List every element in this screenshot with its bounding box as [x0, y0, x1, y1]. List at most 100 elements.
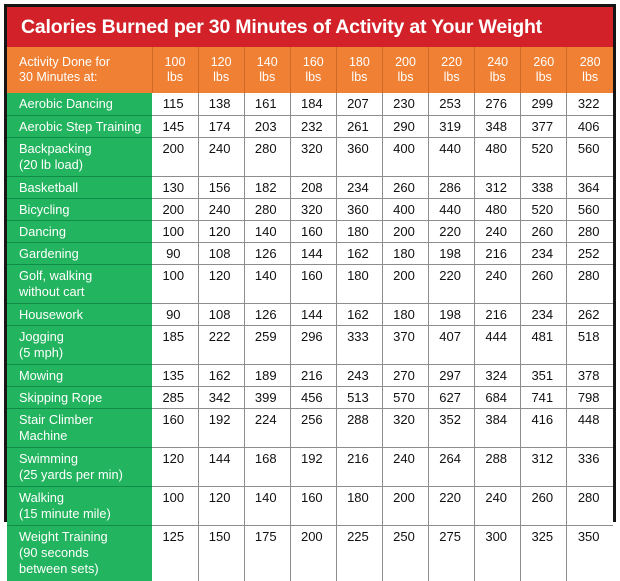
- calorie-value-cell: 240: [382, 446, 430, 486]
- calorie-value-cell: 156: [198, 175, 245, 198]
- calorie-value-cell: 399: [244, 385, 291, 408]
- calorie-value-cell: 234: [520, 302, 568, 325]
- activity-name-cell: Dancing: [7, 219, 152, 242]
- calorie-value-cell: 200: [382, 219, 430, 242]
- calorie-value-cell: 240: [474, 219, 522, 242]
- calorie-value-cell: 160: [152, 407, 199, 447]
- calorie-value-cell: 406: [566, 114, 613, 137]
- calorie-value-cell: 798: [566, 385, 613, 408]
- table-row: Aerobic Dancing 115 138 161 184 207 230 253 276 2…: [7, 93, 613, 115]
- calorie-value-cell: 252: [566, 241, 613, 264]
- activity-name-cell: Swimming (25 yards per min): [7, 446, 152, 486]
- calorie-value-cell: 192: [198, 407, 245, 447]
- calorie-value-cell: 120: [198, 485, 245, 525]
- table-body: Aerobic Dancing 115 138 161 184 207 230 253 276 2…: [7, 93, 613, 581]
- calorie-value-cell: 481: [520, 324, 568, 364]
- calorie-value-cell: 130: [152, 175, 199, 198]
- calorie-value-cell: 203: [244, 114, 291, 137]
- activity-name-cell: Bicycling: [7, 197, 152, 220]
- calorie-value-cell: 216: [336, 446, 383, 486]
- calorie-value-cell: 570: [382, 385, 430, 408]
- calorie-value-cell: 216: [474, 302, 522, 325]
- calorie-value-cell: 126: [244, 302, 291, 325]
- table-row: Housework 90 108 126 144 162 180 198 216 234 262: [7, 302, 613, 325]
- calorie-value-cell: 296: [290, 324, 337, 364]
- calorie-value-cell: 230: [382, 93, 430, 115]
- calorie-value-cell: 348: [474, 114, 522, 137]
- activity-name-cell: Aerobic Step Training: [7, 114, 152, 137]
- calorie-value-cell: 90: [152, 302, 199, 325]
- calorie-value-cell: 480: [474, 136, 522, 176]
- calorie-value-cell: 560: [566, 197, 613, 220]
- calorie-value-cell: 200: [152, 197, 199, 220]
- calorie-value-cell: 351: [520, 363, 568, 386]
- column-header-weight-260: 260 lbs: [520, 47, 568, 93]
- calorie-value-cell: 480: [474, 197, 522, 220]
- table-header: Activity Done for 30 Minutes at: 100 lbs…: [7, 47, 613, 93]
- calorie-value-cell: 299: [520, 93, 568, 115]
- activity-name-cell: Skipping Rope: [7, 385, 152, 408]
- calorie-value-cell: 261: [336, 114, 383, 137]
- calorie-value-cell: 192: [290, 446, 337, 486]
- calorie-value-cell: 220: [428, 485, 476, 525]
- calorie-value-cell: 240: [474, 263, 522, 303]
- calorie-value-cell: 518: [566, 324, 613, 364]
- activity-name-cell: Weight Training (90 seconds between sets…: [7, 524, 152, 581]
- calorie-value-cell: 144: [198, 446, 245, 486]
- calorie-value-cell: 260: [382, 175, 430, 198]
- column-header-weight-280: 280 lbs: [566, 47, 613, 93]
- calorie-value-cell: 216: [474, 241, 522, 264]
- activity-name-cell: Walking (15 minute mile): [7, 485, 152, 525]
- calorie-value-cell: 407: [428, 324, 476, 364]
- calorie-value-cell: 290: [382, 114, 430, 137]
- calorie-value-cell: 100: [152, 485, 199, 525]
- calorie-value-cell: 180: [336, 485, 383, 525]
- calorie-value-cell: 216: [290, 363, 337, 386]
- calorie-value-cell: 240: [198, 136, 245, 176]
- calorie-value-cell: 338: [520, 175, 568, 198]
- calorie-value-cell: 138: [198, 93, 245, 115]
- calorie-value-cell: 416: [520, 407, 568, 447]
- activity-name-cell: Basketball: [7, 175, 152, 198]
- column-header-weight-160: 160 lbs: [290, 47, 337, 93]
- column-header-weight-140: 140 lbs: [244, 47, 291, 93]
- calorie-value-cell: 520: [520, 136, 568, 176]
- calorie-value-cell: 360: [336, 136, 383, 176]
- calorie-value-cell: 513: [336, 385, 383, 408]
- calorie-value-cell: 200: [382, 485, 430, 525]
- calorie-value-cell: 520: [520, 197, 568, 220]
- column-header-weight-180: 180 lbs: [336, 47, 383, 93]
- table-row: Dancing 100 120 140 160 180 200 220 240 260 280: [7, 219, 613, 242]
- calorie-value-cell: 200: [152, 136, 199, 176]
- table-row: Mowing 135 162 189 216 243 270 297 324 351 378: [7, 363, 613, 386]
- calorie-value-cell: 300: [474, 524, 522, 581]
- calorie-value-cell: 312: [520, 446, 568, 486]
- calorie-value-cell: 270: [382, 363, 430, 386]
- calorie-value-cell: 240: [474, 485, 522, 525]
- calorie-value-cell: 120: [198, 219, 245, 242]
- calorie-value-cell: 627: [428, 385, 476, 408]
- table-row: Bicycling 200 240 280 320 360 400 440 480 520 560: [7, 197, 613, 220]
- calorie-value-cell: 400: [382, 197, 430, 220]
- table-row: Stair Climber Machine 160 192 224 256 288 320 3…: [7, 407, 613, 447]
- calorie-value-cell: 440: [428, 136, 476, 176]
- calorie-value-cell: 336: [566, 446, 613, 486]
- calorie-value-cell: 370: [382, 324, 430, 364]
- calorie-value-cell: 189: [244, 363, 291, 386]
- activity-name-cell: Backpacking (20 lb load): [7, 136, 152, 176]
- calorie-value-cell: 280: [566, 219, 613, 242]
- calorie-value-cell: 184: [290, 93, 337, 115]
- calorie-value-cell: 175: [244, 524, 291, 581]
- calorie-value-cell: 259: [244, 324, 291, 364]
- calorie-value-cell: 444: [474, 324, 522, 364]
- table-row: Weight Training (90 seconds between sets…: [7, 524, 613, 581]
- calorie-value-cell: 161: [244, 93, 291, 115]
- calorie-value-cell: 180: [336, 219, 383, 242]
- calorie-value-cell: 280: [566, 263, 613, 303]
- calorie-value-cell: 224: [244, 407, 291, 447]
- calorie-value-cell: 280: [566, 485, 613, 525]
- calorie-value-cell: 333: [336, 324, 383, 364]
- calorie-table-frame: Calories Burned per 30 Minutes of Activi…: [4, 4, 616, 581]
- calorie-value-cell: 456: [290, 385, 337, 408]
- calorie-value-cell: 140: [244, 485, 291, 525]
